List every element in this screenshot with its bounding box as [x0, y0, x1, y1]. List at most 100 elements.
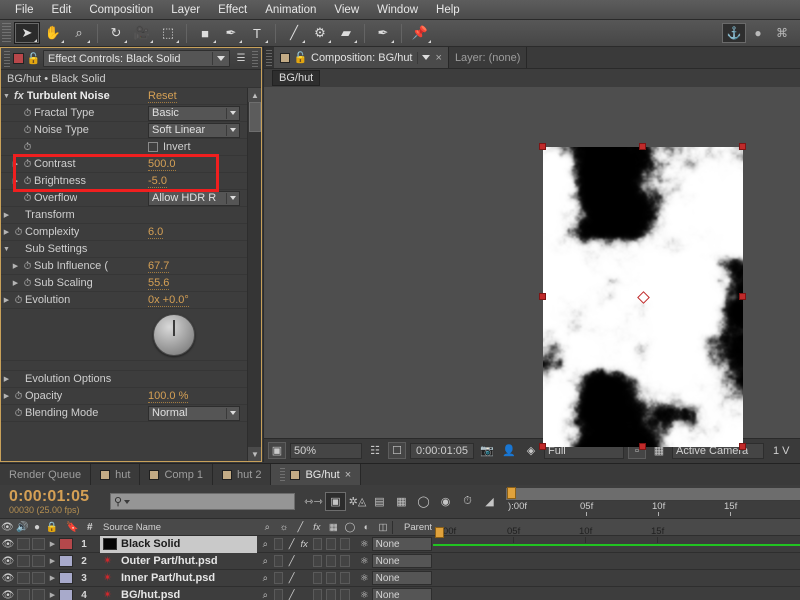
motion-blur-toggle[interactable]	[326, 555, 336, 567]
effect-property-row[interactable]: ▶⏱Sub Influence (67.7	[1, 258, 247, 275]
show-snapshot-icon[interactable]: 👤	[500, 442, 518, 459]
graph-editor-frame-icon[interactable]: ▦	[391, 492, 412, 511]
parent-select[interactable]: None	[372, 537, 432, 551]
effect-property-row[interactable]: ▶⏱Evolution0x +0.0°	[1, 292, 247, 309]
menu-item-effect[interactable]: Effect	[209, 1, 256, 19]
property-dropdown[interactable]: Soft Linear	[148, 123, 240, 138]
layer-name-cell[interactable]: ✴BG/hut.psd	[100, 587, 257, 600]
effect-controls-title[interactable]: Effect Controls: Black Solid	[43, 50, 230, 67]
parent-select[interactable]: None	[372, 554, 432, 568]
hand-tool[interactable]: ✋	[40, 22, 66, 44]
eye-icon[interactable]: 👁	[0, 590, 16, 600]
shy-toggle[interactable]: ⌕	[260, 573, 271, 584]
zoom-select[interactable]: 50%	[290, 443, 362, 459]
rotation-tool[interactable]: ↻	[103, 22, 129, 44]
lock-icon[interactable]: 🔓	[294, 51, 307, 65]
adjustment-toggle[interactable]	[340, 538, 350, 550]
table-row[interactable]: 👁▶3✴Inner Part/hut.psd⌕╱⚛None	[0, 570, 800, 587]
tab-grip[interactable]	[280, 468, 285, 481]
brainstorm-icon[interactable]: ◯	[413, 492, 434, 511]
twirl-right-icon[interactable]: ▶	[10, 177, 21, 185]
roto-brush-tool[interactable]: ✒	[370, 22, 396, 44]
stopwatch-icon[interactable]: ⏱	[21, 125, 34, 136]
parent-select[interactable]: None	[372, 588, 432, 600]
hide-shy-layers-icon[interactable]: ✲◬	[347, 492, 368, 511]
property-value[interactable]: 67.7	[148, 260, 169, 273]
reset-link[interactable]: Reset	[148, 90, 177, 103]
toggle-view-icon[interactable]: ▣	[268, 442, 286, 459]
selection-tool[interactable]: ➤	[14, 22, 40, 44]
composition-viewer[interactable]	[264, 87, 800, 438]
menu-item-composition[interactable]: Composition	[80, 1, 162, 19]
table-row[interactable]: 👁▶2✴Outer Part/hut.psd⌕╱⚛None	[0, 553, 800, 570]
stopwatch-icon[interactable]: ⏱	[21, 159, 34, 170]
menu-item-edit[interactable]: Edit	[43, 1, 81, 19]
eye-icon[interactable]: 👁	[0, 573, 16, 584]
timeline-tab[interactable]: BG/hut×	[271, 464, 361, 485]
effect-property-row[interactable]: ▶⏱Brightness-5.0	[1, 173, 247, 190]
twirl-right-icon[interactable]: ▶	[46, 591, 59, 599]
solo-toggle[interactable]	[32, 572, 45, 584]
twirl-right-icon[interactable]: ▶	[46, 557, 59, 565]
twirl-right-icon[interactable]: ▶	[1, 392, 12, 400]
panel-menu-icon[interactable]: ☰	[233, 51, 249, 67]
eye-icon[interactable]: 👁	[0, 556, 16, 567]
layer-name-cell[interactable]: Black Solid	[100, 536, 257, 553]
shy-toggle[interactable]: ⌕	[260, 590, 271, 600]
stopwatch-icon[interactable]: ⏱	[12, 295, 25, 306]
twirl-right-icon[interactable]: ▶	[10, 279, 21, 287]
collapse-toggle[interactable]	[274, 572, 284, 584]
work-area-bar[interactable]	[433, 544, 800, 546]
selection-handle-br[interactable]	[739, 443, 746, 450]
twirl-right-icon[interactable]: ▶	[46, 574, 59, 582]
eye-icon[interactable]: 👁	[0, 539, 16, 550]
eraser-tool[interactable]: ▰	[333, 22, 359, 44]
channel-rgb-icon[interactable]: ◈	[522, 442, 540, 459]
auto-keyframe-icon[interactable]: ◉	[435, 492, 456, 511]
parent-pick-whip-icon[interactable]: ⚛	[359, 539, 370, 550]
twirl-right-icon[interactable]: ▶	[10, 160, 21, 168]
twirl-right-icon[interactable]: ▶	[10, 262, 21, 270]
quality-toggle[interactable]: ╱	[286, 556, 297, 567]
label-color-swatch[interactable]	[59, 572, 73, 584]
stopwatch-icon[interactable]: ⏱	[21, 142, 34, 153]
menu-item-layer[interactable]: Layer	[162, 1, 209, 19]
stopwatch-icon[interactable]: ⏱	[12, 391, 25, 402]
frame-blend-toggle[interactable]	[313, 572, 323, 584]
stopwatch-icon[interactable]: ⏱	[21, 108, 34, 119]
composition-tab[interactable]: Layer: (none)	[449, 47, 527, 68]
clone-stamp-tool[interactable]: ⚙	[307, 22, 333, 44]
pen-tool[interactable]: ✒	[218, 22, 244, 44]
menu-item-file[interactable]: File	[6, 1, 43, 19]
stopwatch-icon[interactable]: ⏱	[12, 408, 25, 419]
parent-pick-whip-icon[interactable]: ⚛	[359, 590, 370, 600]
twirl-right-icon[interactable]: ▶	[46, 540, 59, 548]
camera-tool[interactable]: 🎥	[129, 22, 155, 44]
motion-blur-toggle[interactable]	[326, 538, 336, 550]
solo-toggle[interactable]	[32, 538, 45, 550]
pan-behind-tool[interactable]: ⬚	[155, 22, 181, 44]
zoom-tool[interactable]: ⌕	[66, 22, 92, 44]
effect-property-row[interactable]: ⏱Invert	[1, 139, 247, 156]
ruler-upper-band[interactable]	[506, 488, 800, 501]
layer-name-cell[interactable]: ✴Outer Part/hut.psd	[100, 553, 257, 570]
property-value[interactable]: 0x +0.0°	[148, 294, 189, 307]
frame-blend-toggle[interactable]	[313, 589, 323, 600]
brush-tool[interactable]: ╱	[281, 22, 307, 44]
comp-breadcrumb-tag[interactable]: BG/hut	[272, 70, 320, 86]
audio-toggle[interactable]	[17, 538, 30, 550]
selection-handle-tl[interactable]	[539, 143, 546, 150]
twirl-right-icon[interactable]: ▶	[1, 211, 12, 219]
search-input[interactable]: ⚲	[110, 493, 295, 510]
effect-property-row[interactable]: ▶Evolution Options	[1, 371, 247, 388]
shy-toggle[interactable]: ⌕	[260, 539, 271, 550]
effect-property-row[interactable]: ⏱Blending ModeNormal	[1, 405, 247, 422]
table-row[interactable]: 👁▶1Black Solid⌕╱fx⚛None	[0, 536, 800, 553]
selection-handle-bc[interactable]	[639, 443, 646, 450]
effect-property-row[interactable]: ⏱OverflowAllow HDR R	[1, 190, 247, 207]
label-color-swatch[interactable]	[59, 589, 73, 600]
roi-box-icon[interactable]: ☐	[388, 442, 406, 459]
property-value[interactable]: 500.0	[148, 158, 176, 171]
timeline-tab[interactable]: Render Queue	[0, 464, 91, 485]
selection-handle-mr[interactable]	[739, 293, 746, 300]
